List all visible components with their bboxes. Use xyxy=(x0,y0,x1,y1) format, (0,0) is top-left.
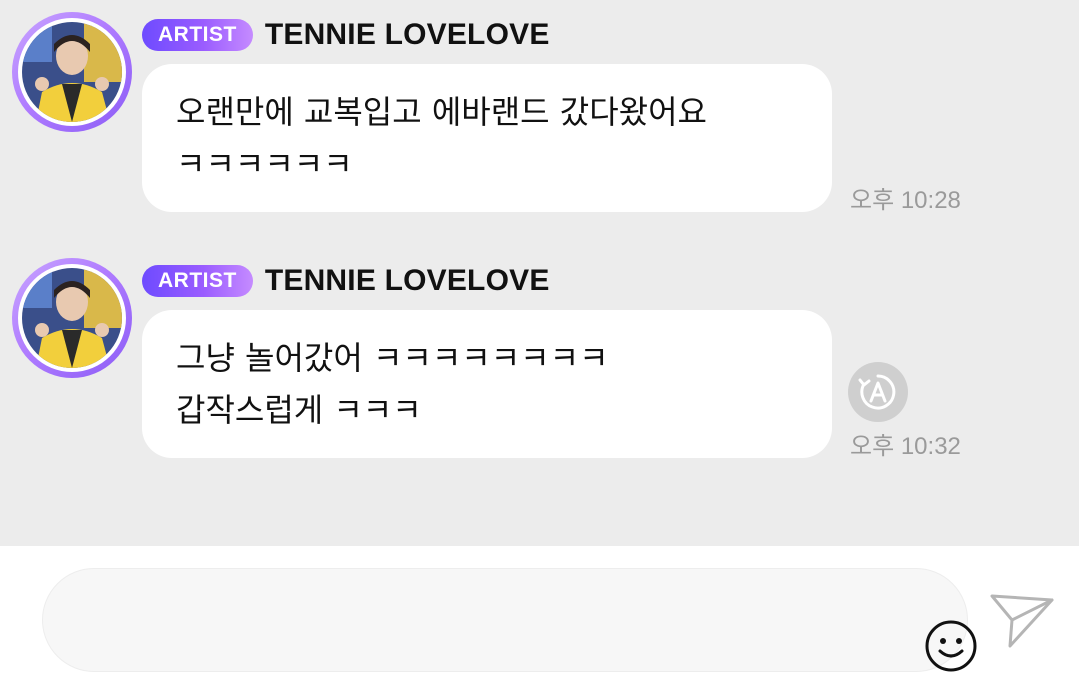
message-input-container[interactable] xyxy=(42,568,977,672)
message-text-line: 그냥 놀어갔어 ㅋㅋㅋㅋㅋㅋㅋㅋ xyxy=(176,339,609,377)
artist-badge: ARTIST xyxy=(142,19,253,51)
sender-name[interactable]: TENNIE LOVELOVE xyxy=(265,264,550,298)
message-item: ARTIST TENNIE LOVELOVE 그냥 놀어갔어 ㅋㅋㅋㅋㅋㅋㅋㅋ … xyxy=(0,258,1079,460)
chat-area: ARTIST TENNIE LOVELOVE 오랜만에 교복입고 에바랜드 갔다… xyxy=(0,0,1079,546)
avatar-photo xyxy=(22,268,122,368)
avatar[interactable] xyxy=(12,258,132,378)
message-timestamp: 오후 10:28 xyxy=(850,187,961,214)
smiley-icon xyxy=(925,620,977,672)
message-text-line: ㅋㅋㅋㅋㅋㅋ xyxy=(176,145,353,183)
artist-badge: ARTIST xyxy=(142,265,253,297)
message-input-bar xyxy=(0,546,1079,692)
message-text-line: 갑작스럽게 ㅋㅋㅋ xyxy=(176,391,422,429)
avatar-photo xyxy=(22,22,122,122)
emoji-button[interactable] xyxy=(923,618,979,674)
sender-row: ARTIST TENNIE LOVELOVE xyxy=(142,264,550,298)
message-text-line: 오랜만에 교복입고 에바랜드 갔다왔어요 xyxy=(176,93,707,131)
message-bubble[interactable]: 그냥 놀어갔어 ㅋㅋㅋㅋㅋㅋㅋㅋ 갑작스럽게 ㅋㅋㅋ xyxy=(142,310,832,458)
message-input[interactable] xyxy=(83,599,867,645)
message-bubble[interactable]: 오랜만에 교복입고 에바랜드 갔다왔어요 ㅋㅋㅋㅋㅋㅋ xyxy=(142,64,832,212)
avatar[interactable] xyxy=(12,12,132,132)
sender-name[interactable]: TENNIE LOVELOVE xyxy=(265,18,550,52)
sender-row: ARTIST TENNIE LOVELOVE xyxy=(142,18,550,52)
translate-button[interactable] xyxy=(848,362,908,422)
translate-icon xyxy=(858,374,896,410)
message-timestamp: 오후 10:32 xyxy=(850,433,961,460)
paper-plane-icon xyxy=(990,594,1054,648)
message-item: ARTIST TENNIE LOVELOVE 오랜만에 교복입고 에바랜드 갔다… xyxy=(0,12,1079,214)
send-button[interactable] xyxy=(988,590,1056,650)
